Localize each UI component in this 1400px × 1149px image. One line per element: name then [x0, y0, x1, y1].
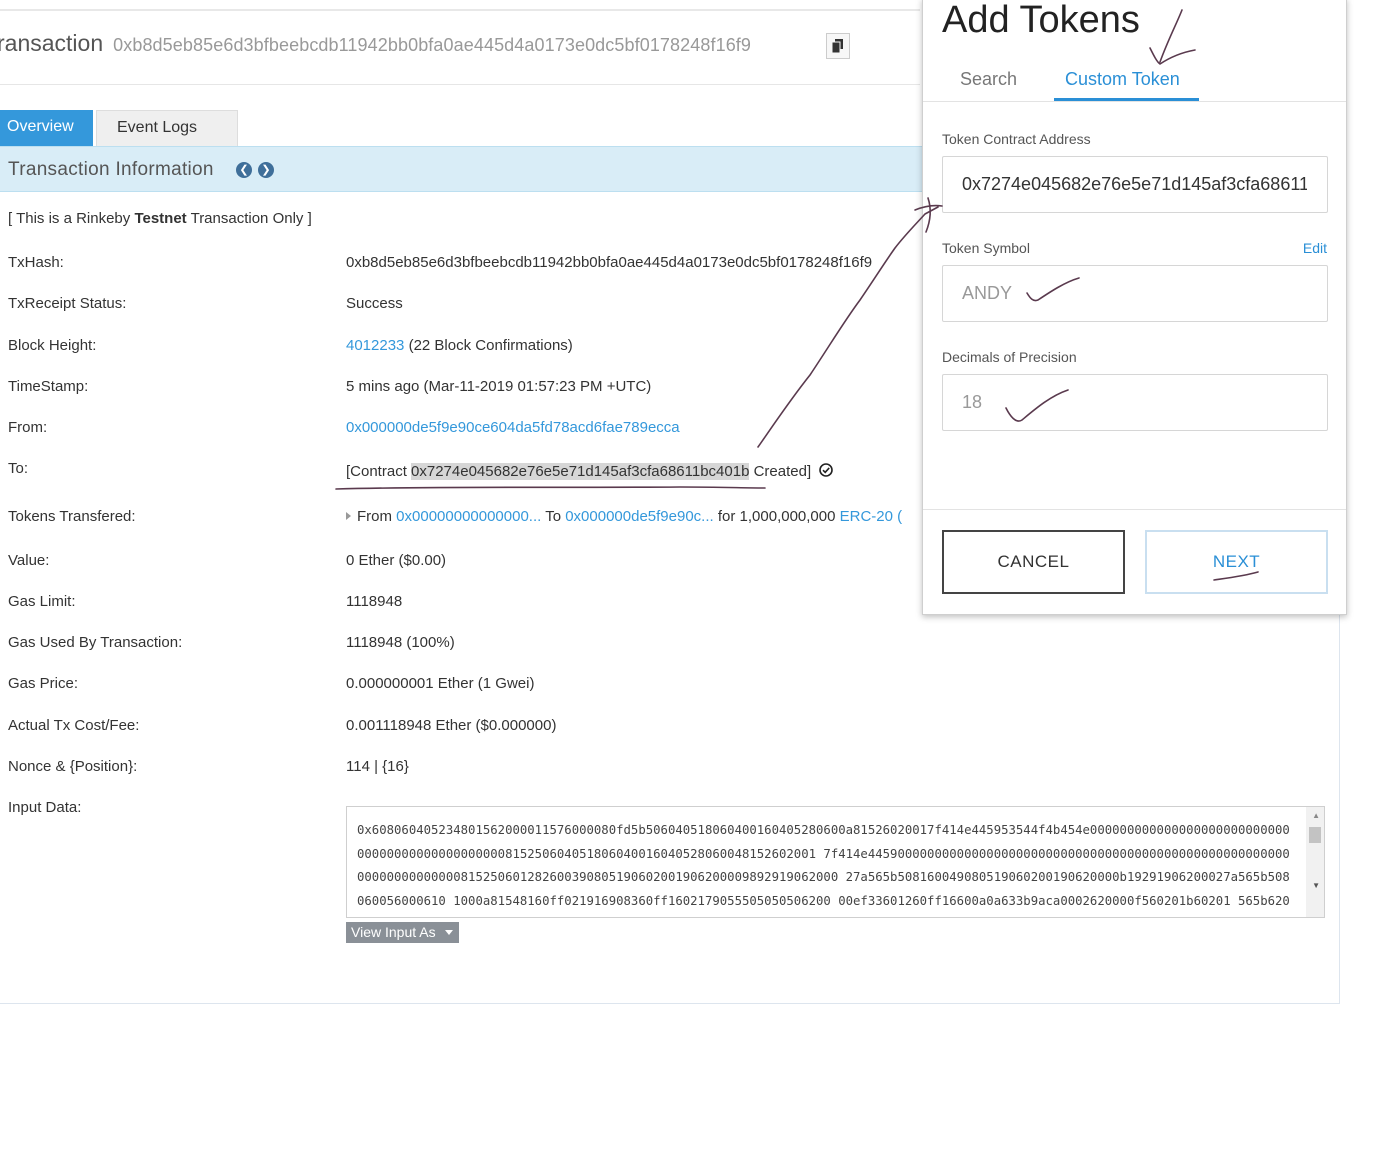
input-data-scrollbar[interactable]: ▲ ▼ [1306, 807, 1324, 917]
top-divider [0, 9, 920, 11]
tab-event-logs[interactable]: Event Logs (1) [96, 110, 238, 170]
to-value: [Contract 0x7274e045682e76e5e71d145af3cf… [346, 463, 833, 480]
status-label: TxReceipt Status: [8, 295, 127, 312]
tokens-transfered-label: Tokens Transfered: [8, 508, 136, 525]
gas-price-label: Gas Price: [8, 675, 79, 692]
input-data-label: Input Data: [8, 799, 82, 816]
gas-limit-label: Gas Limit: [8, 593, 76, 610]
gas-used-label: Gas Used By Transaction: [8, 634, 183, 651]
contract-address-input[interactable] [962, 157, 1307, 212]
status-value: Success [346, 295, 403, 312]
nonce-label: Nonce & {Position}: [8, 758, 138, 775]
check-circle-icon [819, 463, 833, 477]
next-button[interactable]: NEXT [1145, 530, 1328, 594]
tokens-from-word: From [357, 508, 397, 525]
header-divider [0, 84, 920, 85]
txhash-value: 0xb8d5eb85e6d3bfbeebcdb11942bb0bfa0ae445… [346, 254, 873, 271]
expand-caret-icon[interactable] [346, 512, 351, 520]
token-type-link[interactable]: ERC-20 ( [840, 508, 903, 525]
page-title: ransaction 0xb8d5eb85e6d3bfbeebcdb11942bb… [0, 30, 751, 57]
value-label: Value: [8, 552, 50, 569]
tokens-to-word: To [541, 508, 566, 525]
decimals-value: 18 [962, 392, 983, 412]
input-data-text: 0x608060405234801562000011576000080fd5b5… [357, 823, 1290, 908]
modal-tab-divider [923, 101, 1346, 102]
gas-price-value: 0.000000001 Ether (1 Gwei) [346, 675, 535, 692]
scroll-up-icon[interactable]: ▲ [1312, 811, 1320, 820]
copy-hash-button[interactable] [826, 33, 850, 59]
scroll-thumb[interactable] [1309, 827, 1321, 843]
from-label: From: [8, 419, 48, 436]
tx-cost-label: Actual Tx Cost/Fee: [8, 717, 140, 734]
modal-title: Add Tokens [942, 0, 1140, 41]
tx-cost-value: 0.001118948 Ether ($0.000000) [346, 717, 557, 734]
contract-address-field[interactable] [942, 156, 1328, 213]
txhash-label: TxHash: [8, 254, 64, 271]
decimals-field[interactable]: 18 [942, 374, 1328, 431]
to-prefix: [Contract [346, 463, 412, 480]
tokens-transfered-value: From 0x00000000000000... To 0x000000de5f… [346, 508, 902, 525]
block-height-link[interactable]: 4012233 [346, 337, 404, 354]
value-value: 0 Ether ($0.00) [346, 552, 447, 569]
timestamp-value: 5 mins ago (Mar-11-2019 01:57:23 PM +UTC… [346, 378, 652, 395]
notice-post: Transaction Only ] [186, 210, 312, 227]
testnet-notice: [ This is a Rinkeby Testnet Transaction … [8, 210, 312, 227]
token-symbol-label: Token Symbol [942, 240, 1030, 256]
contract-address-label: Token Contract Address [942, 131, 1091, 147]
token-symbol-value: ANDY [962, 283, 1013, 303]
from-address-link[interactable]: 0x000000de5f9e90ce604da5fd78acd6fae789ec… [346, 419, 680, 436]
caret-down-icon [445, 930, 453, 935]
token-symbol-edit-link[interactable]: Edit [1303, 240, 1327, 256]
page-title-label: ransaction [0, 30, 104, 56]
tab-custom-token[interactable]: Custom Token [1065, 69, 1180, 90]
gas-limit-value: 1118948 [346, 593, 403, 610]
timestamp-label: TimeStamp: [8, 378, 89, 395]
decimals-label: Decimals of Precision [942, 349, 1077, 365]
modal-footer-divider [923, 509, 1346, 510]
block-height-label: Block Height: [8, 337, 97, 354]
token-symbol-field[interactable]: ANDY [942, 265, 1328, 322]
next-tx-icon[interactable]: ❯ [258, 162, 274, 178]
add-tokens-modal: Add Tokens Search Custom Token Token Con… [922, 0, 1347, 615]
tokens-from-link[interactable]: 0x00000000000000... [396, 508, 541, 525]
page-title-hash: 0xb8d5eb85e6d3bfbeebcdb11942bb0bfa0ae445… [113, 35, 752, 55]
block-confirmations: (22 Block Confirmations) [404, 337, 573, 354]
info-bar: Transaction Information ❮ ❯ [0, 146, 922, 192]
to-suffix: Created] [749, 463, 812, 480]
tab-overview[interactable]: Overview [0, 110, 93, 146]
tab-search[interactable]: Search [960, 69, 1017, 90]
contract-address[interactable]: 0x7274e045682e76e5e71d145af3cfa68611bc40… [411, 463, 750, 480]
gas-used-value: 1118948 (100%) [346, 634, 455, 651]
tokens-to-link[interactable]: 0x000000de5f9e90c... [565, 508, 713, 525]
tokens-amount: for 1,000,000,000 [713, 508, 840, 525]
view-input-as-label: View Input As [351, 924, 436, 940]
info-bar-title: Transaction Information [8, 159, 214, 180]
nonce-value: 114 | {16} [346, 758, 409, 775]
notice-pre: [ This is a Rinkeby [8, 210, 135, 227]
to-label: To: [8, 460, 29, 477]
block-height-value: 4012233 (22 Block Confirmations) [346, 337, 573, 354]
scroll-down-icon[interactable]: ▼ [1312, 881, 1320, 890]
cancel-button[interactable]: CANCEL [942, 530, 1125, 594]
copy-icon [832, 39, 843, 53]
input-data-textarea[interactable]: 0x608060405234801562000011576000080fd5b5… [346, 806, 1325, 918]
tab-bar: Overview Event Logs (1) [0, 110, 238, 170]
prev-tx-icon[interactable]: ❮ [236, 162, 252, 178]
view-input-as-button[interactable]: View Input As [346, 922, 459, 943]
notice-bold: Testnet [134, 210, 187, 227]
